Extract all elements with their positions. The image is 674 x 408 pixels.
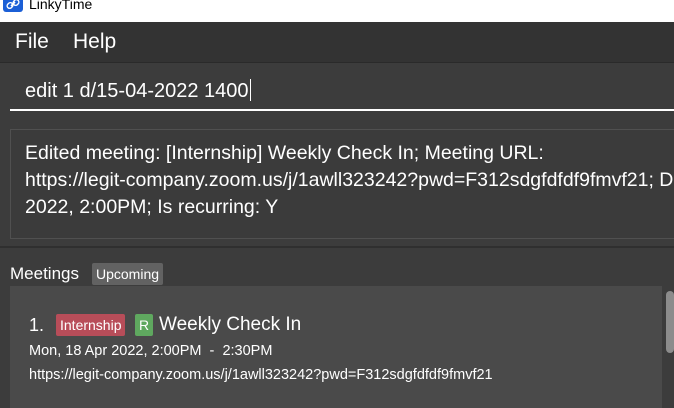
menu-file[interactable]: File <box>15 30 49 54</box>
recurring-badge: R <box>135 314 153 336</box>
window-title: LinkyTime <box>29 0 93 12</box>
meeting-datetime: Mon, 18 Apr 2022, 2:00PM - 2:30PM <box>29 343 273 359</box>
command-input[interactable]: edit 1 d/15-04-2022 1400 <box>10 73 674 111</box>
menu-bar: File Help <box>0 22 674 63</box>
result-line: 2022, 2:00PM; Is recurring: Y <box>25 196 279 218</box>
menu-help[interactable]: Help <box>73 30 116 54</box>
result-display[interactable]: Edited meeting: [Internship] Weekly Chec… <box>10 129 674 239</box>
meeting-list[interactable]: 1. Internship R Weekly Check In Mon, 18 … <box>10 286 662 408</box>
scrollbar-thumb[interactable] <box>666 291 674 353</box>
title-bar: LinkyTime <box>0 0 674 22</box>
meeting-name: Weekly Check In <box>159 314 302 335</box>
link-icon <box>3 0 23 12</box>
meeting-index: 1. <box>29 315 45 335</box>
result-line: Edited meeting: [Internship] Weekly Chec… <box>25 142 544 164</box>
tag-badge: Internship <box>56 314 126 336</box>
text-caret <box>249 79 251 101</box>
filter-badge: Upcoming <box>92 263 164 285</box>
divider <box>0 246 674 248</box>
meeting-card[interactable]: 1. Internship R Weekly Check In Mon, 18 … <box>10 286 662 408</box>
meetings-title: Meetings <box>10 264 79 283</box>
command-input-text: edit 1 d/15-04-2022 1400 <box>25 80 249 102</box>
result-line: https://legit-company.zoom.us/j/1awll323… <box>25 169 674 191</box>
meeting-url[interactable]: https://legit-company.zoom.us/j/1awll323… <box>29 367 493 383</box>
command-area: edit 1 d/15-04-2022 1400 <box>0 63 674 121</box>
